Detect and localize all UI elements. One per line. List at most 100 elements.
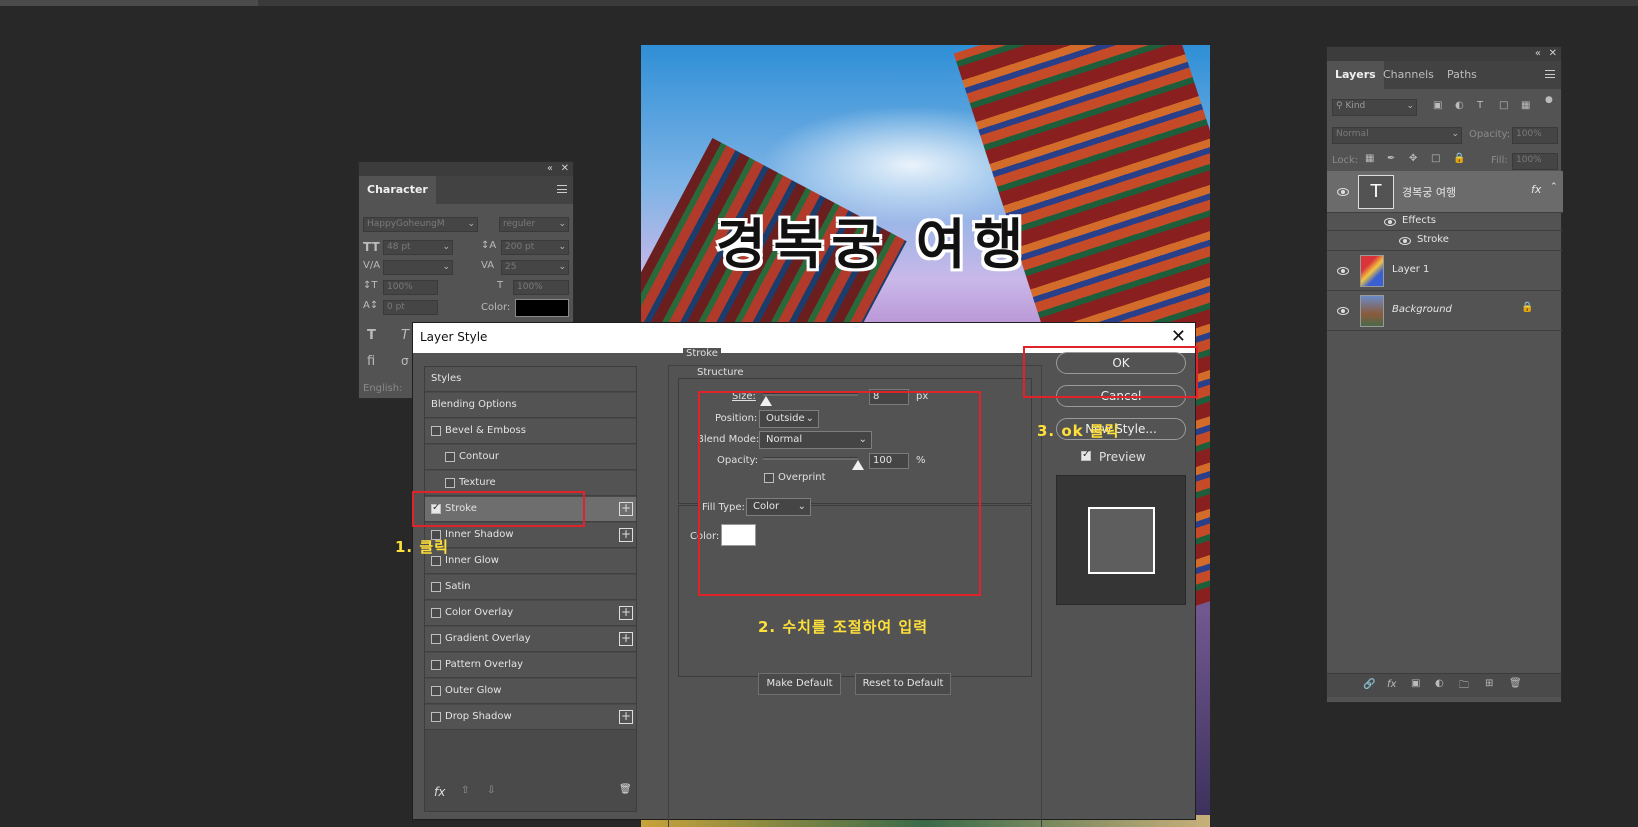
delete-effect-icon[interactable]: 🗑 <box>619 784 632 795</box>
layer-row-layer1[interactable]: Layer 1 <box>1327 251 1563 291</box>
style-row-satin[interactable]: Satin <box>425 575 636 600</box>
fx-menu-icon[interactable]: fx <box>434 785 445 799</box>
style-checkbox[interactable] <box>431 686 441 696</box>
style-checkbox[interactable] <box>431 660 441 670</box>
visibility-eye-icon[interactable] <box>1337 307 1349 315</box>
document-tab[interactable] <box>0 0 258 6</box>
fill-field[interactable]: 100% <box>1512 153 1558 170</box>
visibility-eye-icon[interactable] <box>1399 237 1411 245</box>
link-layers-icon[interactable]: 🔗 <box>1363 679 1375 690</box>
font-style-field[interactable]: reguler ⌄ <box>499 217 569 232</box>
close-icon[interactable]: ✕ <box>561 163 569 174</box>
opacity-field[interactable]: 100% <box>1512 127 1558 144</box>
layer-name[interactable]: Layer 1 <box>1392 264 1429 275</box>
filter-adjustment-icon[interactable]: ◐ <box>1455 100 1464 111</box>
add-effect-plus-icon[interactable]: + <box>619 710 633 724</box>
layer-row-background[interactable]: Background 🔒 <box>1327 291 1563 331</box>
close-icon[interactable]: ✕ <box>1549 48 1557 59</box>
delete-layer-icon[interactable]: 🗑 <box>1509 678 1522 689</box>
style-row-gradient-overlay[interactable]: Gradient Overlay + <box>425 627 636 652</box>
visibility-eye-icon[interactable] <box>1337 188 1349 196</box>
stylistic-icon[interactable]: σ <box>401 354 409 368</box>
style-row-bevel-emboss[interactable]: Bevel & Emboss <box>425 419 636 444</box>
style-checkbox[interactable] <box>431 556 441 566</box>
lock-all-icon[interactable]: 🔒 <box>1453 153 1465 164</box>
font-size-field[interactable]: 48 pt ⌄ <box>383 240 453 255</box>
adjustment-layer-icon[interactable]: ◐ <box>1435 678 1444 689</box>
language-label[interactable]: English: <box>363 383 402 394</box>
tab-character[interactable]: Character <box>359 176 436 204</box>
collapse-icon[interactable]: « <box>1535 48 1541 59</box>
move-down-icon[interactable]: ⇩ <box>487 785 495 796</box>
layer-name[interactable]: 경복궁 여행 <box>1402 184 1456 200</box>
filter-kind-select[interactable]: ⚲ Kind ⌄ <box>1332 99 1417 116</box>
add-effect-plus-icon[interactable]: + <box>619 632 633 646</box>
style-row-pattern-overlay[interactable]: Pattern Overlay <box>425 653 636 678</box>
filter-pixel-icon[interactable]: ▣ <box>1433 100 1442 111</box>
font-family-field[interactable]: HappyGoheungM ⌄ <box>363 217 478 232</box>
style-row-drop-shadow[interactable]: Drop Shadow + <box>425 705 636 730</box>
tracking-field[interactable]: 25 ⌄ <box>501 260 569 275</box>
effects-label: Effects <box>1402 215 1436 226</box>
preview-checkbox[interactable] <box>1081 449 1091 461</box>
filter-shape-icon[interactable]: □ <box>1499 100 1508 111</box>
layer-effects-row[interactable]: Effects <box>1327 213 1563 231</box>
visibility-eye-icon[interactable] <box>1337 267 1349 275</box>
style-row-styles[interactable]: Styles <box>425 367 636 392</box>
expand-arrow-icon[interactable]: ⌃ <box>1550 182 1558 192</box>
horizontal-scale-field[interactable]: 100% <box>513 280 569 295</box>
blend-mode-select[interactable]: Normal ⌄ <box>1332 127 1462 144</box>
kerning-field[interactable]: ⌄ <box>383 260 453 275</box>
add-style-fx-icon[interactable]: fx <box>1387 679 1396 690</box>
chevron-down-icon: ⌄ <box>558 219 566 229</box>
style-row-contour[interactable]: Contour <box>425 445 636 470</box>
add-mask-icon[interactable]: ▣ <box>1411 678 1420 689</box>
add-effect-plus-icon[interactable]: + <box>619 528 633 542</box>
style-checkbox[interactable] <box>431 634 441 644</box>
faux-bold-icon[interactable]: T <box>367 328 376 343</box>
lock-position-icon[interactable]: ✥ <box>1409 153 1417 164</box>
fx-icon[interactable]: fx <box>1531 183 1541 196</box>
filter-toggle-icon[interactable]: ● <box>1545 95 1553 105</box>
visibility-eye-icon[interactable] <box>1384 218 1396 226</box>
tab-paths[interactable]: Paths <box>1439 61 1485 89</box>
canvas-title-text[interactable]: 경복궁 여행 <box>714 200 1031 279</box>
layer-name[interactable]: Background <box>1392 304 1452 315</box>
style-row-blending-options[interactable]: Blending Options <box>425 393 636 418</box>
baseline-shift-field[interactable]: 0 pt <box>383 300 438 315</box>
style-row-label: Drop Shadow <box>445 711 512 722</box>
lock-image-icon[interactable]: ✒ <box>1387 153 1395 164</box>
vertical-scale-field[interactable]: 100% <box>383 280 438 295</box>
style-checkbox[interactable] <box>431 712 441 722</box>
style-checkbox[interactable] <box>445 452 455 462</box>
tab-channels[interactable]: Channels <box>1375 61 1442 89</box>
reset-to-default-button[interactable]: Reset to Default <box>855 673 951 695</box>
style-row-inner-glow[interactable]: Inner Glow <box>425 549 636 574</box>
style-checkbox[interactable] <box>431 426 441 436</box>
new-group-icon[interactable]: 🗀 <box>1459 678 1469 695</box>
panel-menu-icon[interactable] <box>557 185 567 193</box>
style-row-outer-glow[interactable]: Outer Glow <box>425 679 636 704</box>
panel-menu-icon[interactable] <box>1545 70 1555 78</box>
new-layer-icon[interactable]: ⊞ <box>1485 678 1493 689</box>
lock-transparent-icon[interactable]: ▦ <box>1365 153 1374 164</box>
layer-row-text[interactable]: T 경복궁 여행 fx ⌃ <box>1327 171 1563 213</box>
text-color-swatch[interactable] <box>515 299 569 317</box>
filter-type-icon[interactable]: T <box>1477 100 1483 111</box>
ligature-icon[interactable]: fi <box>367 354 375 369</box>
style-row-color-overlay[interactable]: Color Overlay + <box>425 601 636 626</box>
add-effect-plus-icon[interactable]: + <box>619 502 633 516</box>
make-default-button[interactable]: Make Default <box>758 673 841 695</box>
faux-italic-icon[interactable]: T <box>401 328 409 343</box>
lock-artboard-icon[interactable]: □ <box>1431 153 1440 164</box>
add-effect-plus-icon[interactable]: + <box>619 606 633 620</box>
close-icon[interactable]: ✕ <box>1171 326 1186 347</box>
collapse-icon[interactable]: « <box>547 163 553 174</box>
layer-effect-stroke-row[interactable]: Stroke <box>1327 231 1563 251</box>
filter-smart-object-icon[interactable]: ▦ <box>1521 100 1530 111</box>
style-checkbox[interactable] <box>445 478 455 488</box>
leading-field[interactable]: 200 pt ⌄ <box>501 240 569 255</box>
style-checkbox[interactable] <box>431 608 441 618</box>
move-up-icon[interactable]: ⇧ <box>461 785 469 796</box>
style-checkbox[interactable] <box>431 582 441 592</box>
